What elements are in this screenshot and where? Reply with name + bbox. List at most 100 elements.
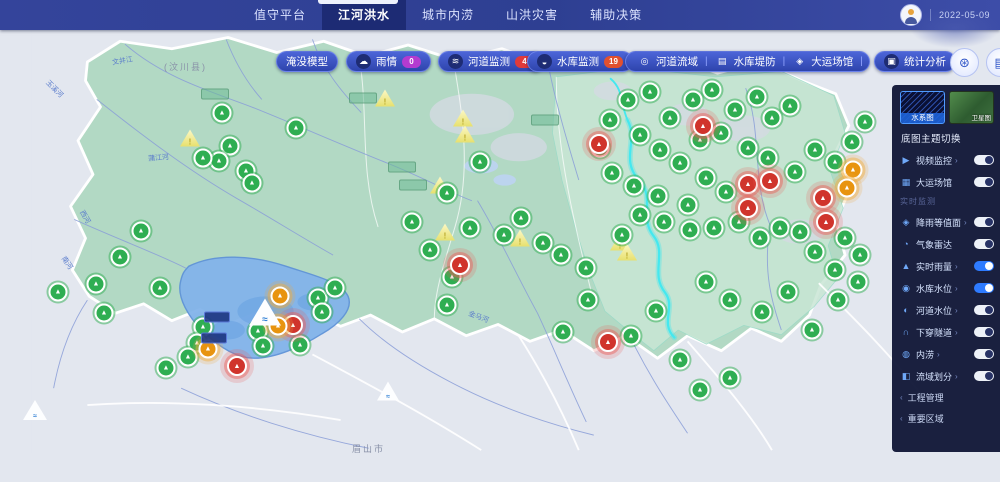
station-marker-normal[interactable]: ▲ [646, 301, 666, 321]
station-marker-normal[interactable]: ▲ [437, 295, 457, 315]
station-marker-normal[interactable]: ▲ [720, 290, 740, 310]
basemap-thumb-satellite[interactable]: 卫星图 [949, 91, 994, 124]
toggle-reservoir-level[interactable] [974, 283, 994, 293]
toggle-river-level[interactable] [974, 305, 994, 315]
station-marker-normal[interactable]: ▲ [437, 183, 457, 203]
flood-triangle-marker[interactable]: ≈ [377, 381, 399, 401]
segment-river-basin[interactable]: ◎ 河道流域 [630, 54, 705, 69]
station-marker-normal[interactable]: ▲ [678, 195, 698, 215]
station-marker-normal[interactable]: ▲ [711, 123, 731, 143]
station-marker-normal[interactable]: ▲ [762, 108, 782, 128]
sidebar-item-weather-radar[interactable]: ◔ 气象雷达 [900, 233, 994, 255]
station-marker-normal[interactable]: ▲ [696, 272, 716, 292]
station-marker-normal[interactable]: ▲ [420, 240, 440, 260]
warning-triangle-marker[interactable]: ! [375, 89, 395, 107]
station-marker-normal[interactable]: ▲ [624, 176, 644, 196]
station-marker-alarm[interactable]: ▲ [450, 255, 470, 275]
station-marker-normal[interactable]: ▲ [630, 205, 650, 225]
station-marker-normal[interactable]: ▲ [150, 278, 170, 298]
nav-tab-decision-support[interactable]: 辅助决策 [574, 0, 658, 30]
station-marker-normal[interactable]: ▲ [696, 168, 716, 188]
nav-tab-urban-waterlogging[interactable]: 城市内涝 [406, 0, 490, 30]
toggle-waterlogging[interactable] [974, 349, 994, 359]
sidebar-item-realtime-rainfall[interactable]: ▲ 实时雨量 › [900, 255, 994, 277]
station-marker-warning[interactable]: ▲ [270, 286, 290, 306]
map-canvas[interactable]: 眉山市 (汶川县) 文井江 玉溪河 蒲江河 西河 南河 金马河 ▲ ▲ ▲ ▲ ▲ ▲ ▲ ▲ ▲ ▲ ▲ ▲ ▲ ▲ ▲ ▲… [0, 30, 1000, 482]
station-marker-alarm[interactable]: ▲ [738, 198, 758, 218]
flood-triangle-marker[interactable]: ≈ [23, 400, 47, 420]
toggle-realtime-rainfall[interactable] [974, 261, 994, 271]
toggle-rain-isoline[interactable] [974, 217, 994, 227]
station-marker-alarm[interactable]: ▲ [589, 134, 609, 154]
station-marker-normal[interactable]: ▲ [848, 272, 868, 292]
station-marker-normal[interactable]: ▲ [630, 125, 650, 145]
station-marker-normal[interactable]: ▲ [825, 260, 845, 280]
sidebar-item-underpass-tunnel[interactable]: ∩ 下穿隧道 › [900, 321, 994, 343]
station-marker-normal[interactable]: ▲ [209, 151, 229, 171]
segment-universiade-venues[interactable]: ◈ 大运场馆 [785, 54, 860, 69]
station-marker-normal[interactable]: ▲ [178, 347, 198, 367]
toggle-underpass-tunnel[interactable] [974, 327, 994, 337]
basemap-thumb-water-system[interactable]: 水系图 [900, 91, 945, 124]
toggle-universiade-venues[interactable] [974, 177, 994, 187]
sidebar-item-basin-division[interactable]: ◧ 流域划分 › [900, 365, 994, 387]
station-marker-normal[interactable]: ▲ [654, 212, 674, 232]
station-marker-normal[interactable]: ▲ [612, 225, 632, 245]
station-marker-normal[interactable]: ▲ [650, 140, 670, 160]
sidebar-item-waterlogging[interactable]: ◍ 内涝 › [900, 343, 994, 365]
station-marker-normal[interactable]: ▲ [402, 212, 422, 232]
pill-reservoir-monitor[interactable]: ◒ 水库监测 19 [527, 51, 633, 72]
toggle-weather-radar[interactable] [974, 239, 994, 249]
station-marker-normal[interactable]: ▲ [470, 152, 490, 172]
toggle-video-monitor[interactable] [974, 155, 994, 165]
station-marker-normal[interactable]: ▲ [286, 118, 306, 138]
segment-reservoir-levee[interactable]: ▤ 水库堤防 [708, 54, 783, 69]
station-marker-normal[interactable]: ▲ [805, 242, 825, 262]
station-marker-normal[interactable]: ▲ [802, 320, 822, 340]
pill-rain-status[interactable]: ☁ 雨情 0 [346, 51, 431, 72]
station-marker-normal[interactable]: ▲ [850, 245, 870, 265]
nav-tab-mountain-flood[interactable]: 山洪灾害 [490, 0, 574, 30]
station-marker-normal[interactable]: ▲ [553, 322, 573, 342]
station-marker-normal[interactable]: ▲ [680, 220, 700, 240]
station-marker-alarm[interactable]: ▲ [738, 174, 758, 194]
station-marker-normal[interactable]: ▲ [828, 290, 848, 310]
station-marker-normal[interactable]: ▲ [825, 152, 845, 172]
station-marker-warning[interactable]: ▲ [837, 178, 857, 198]
station-marker-normal[interactable]: ▲ [670, 153, 690, 173]
station-marker-normal[interactable]: ▲ [758, 148, 778, 168]
station-marker-normal[interactable]: ▲ [602, 163, 622, 183]
user-avatar[interactable] [899, 4, 922, 26]
station-marker-normal[interactable]: ▲ [578, 290, 598, 310]
station-marker-normal[interactable]: ▲ [660, 108, 680, 128]
station-marker-normal[interactable]: ▲ [253, 336, 273, 356]
station-marker-normal[interactable]: ▲ [242, 173, 262, 193]
station-marker-normal[interactable]: ▲ [704, 218, 724, 238]
toggle-basin-division[interactable] [974, 371, 994, 381]
station-marker-normal[interactable]: ▲ [750, 228, 770, 248]
station-marker-normal[interactable]: ▲ [551, 245, 571, 265]
station-marker-normal[interactable]: ▲ [683, 90, 703, 110]
sidebar-item-reservoir-level[interactable]: ◉ 水库水位 › [900, 277, 994, 299]
station-marker-normal[interactable]: ▲ [785, 162, 805, 182]
sidebar-item-rain-isoline[interactable]: ◈ 降雨等值面 › [900, 211, 994, 233]
station-marker-normal[interactable]: ▲ [290, 335, 310, 355]
station-marker-normal[interactable]: ▲ [212, 103, 232, 123]
statistics-analysis-button[interactable]: ▣ 统计分析 [874, 51, 956, 72]
station-marker-alarm[interactable]: ▲ [816, 212, 836, 232]
station-marker-normal[interactable]: ▲ [533, 233, 553, 253]
nav-tab-river-flood[interactable]: 江河洪水 [322, 0, 407, 30]
station-marker-normal[interactable]: ▲ [494, 225, 514, 245]
station-marker-normal[interactable]: ▲ [855, 112, 875, 132]
station-marker-normal[interactable]: ▲ [778, 282, 798, 302]
station-marker-normal[interactable]: ▲ [86, 274, 106, 294]
station-marker-alarm[interactable]: ▲ [227, 356, 247, 376]
station-marker-normal[interactable]: ▲ [110, 247, 130, 267]
station-marker-normal[interactable]: ▲ [511, 208, 531, 228]
station-marker-normal[interactable]: ▲ [156, 358, 176, 378]
inundation-model-button[interactable]: 淹没模型 [276, 51, 338, 72]
station-marker-normal[interactable]: ▲ [690, 380, 710, 400]
nav-tab-duty-platform[interactable]: 值守平台 [238, 0, 322, 30]
warning-triangle-marker[interactable]: ! [453, 109, 473, 127]
station-marker-normal[interactable]: ▲ [621, 326, 641, 346]
